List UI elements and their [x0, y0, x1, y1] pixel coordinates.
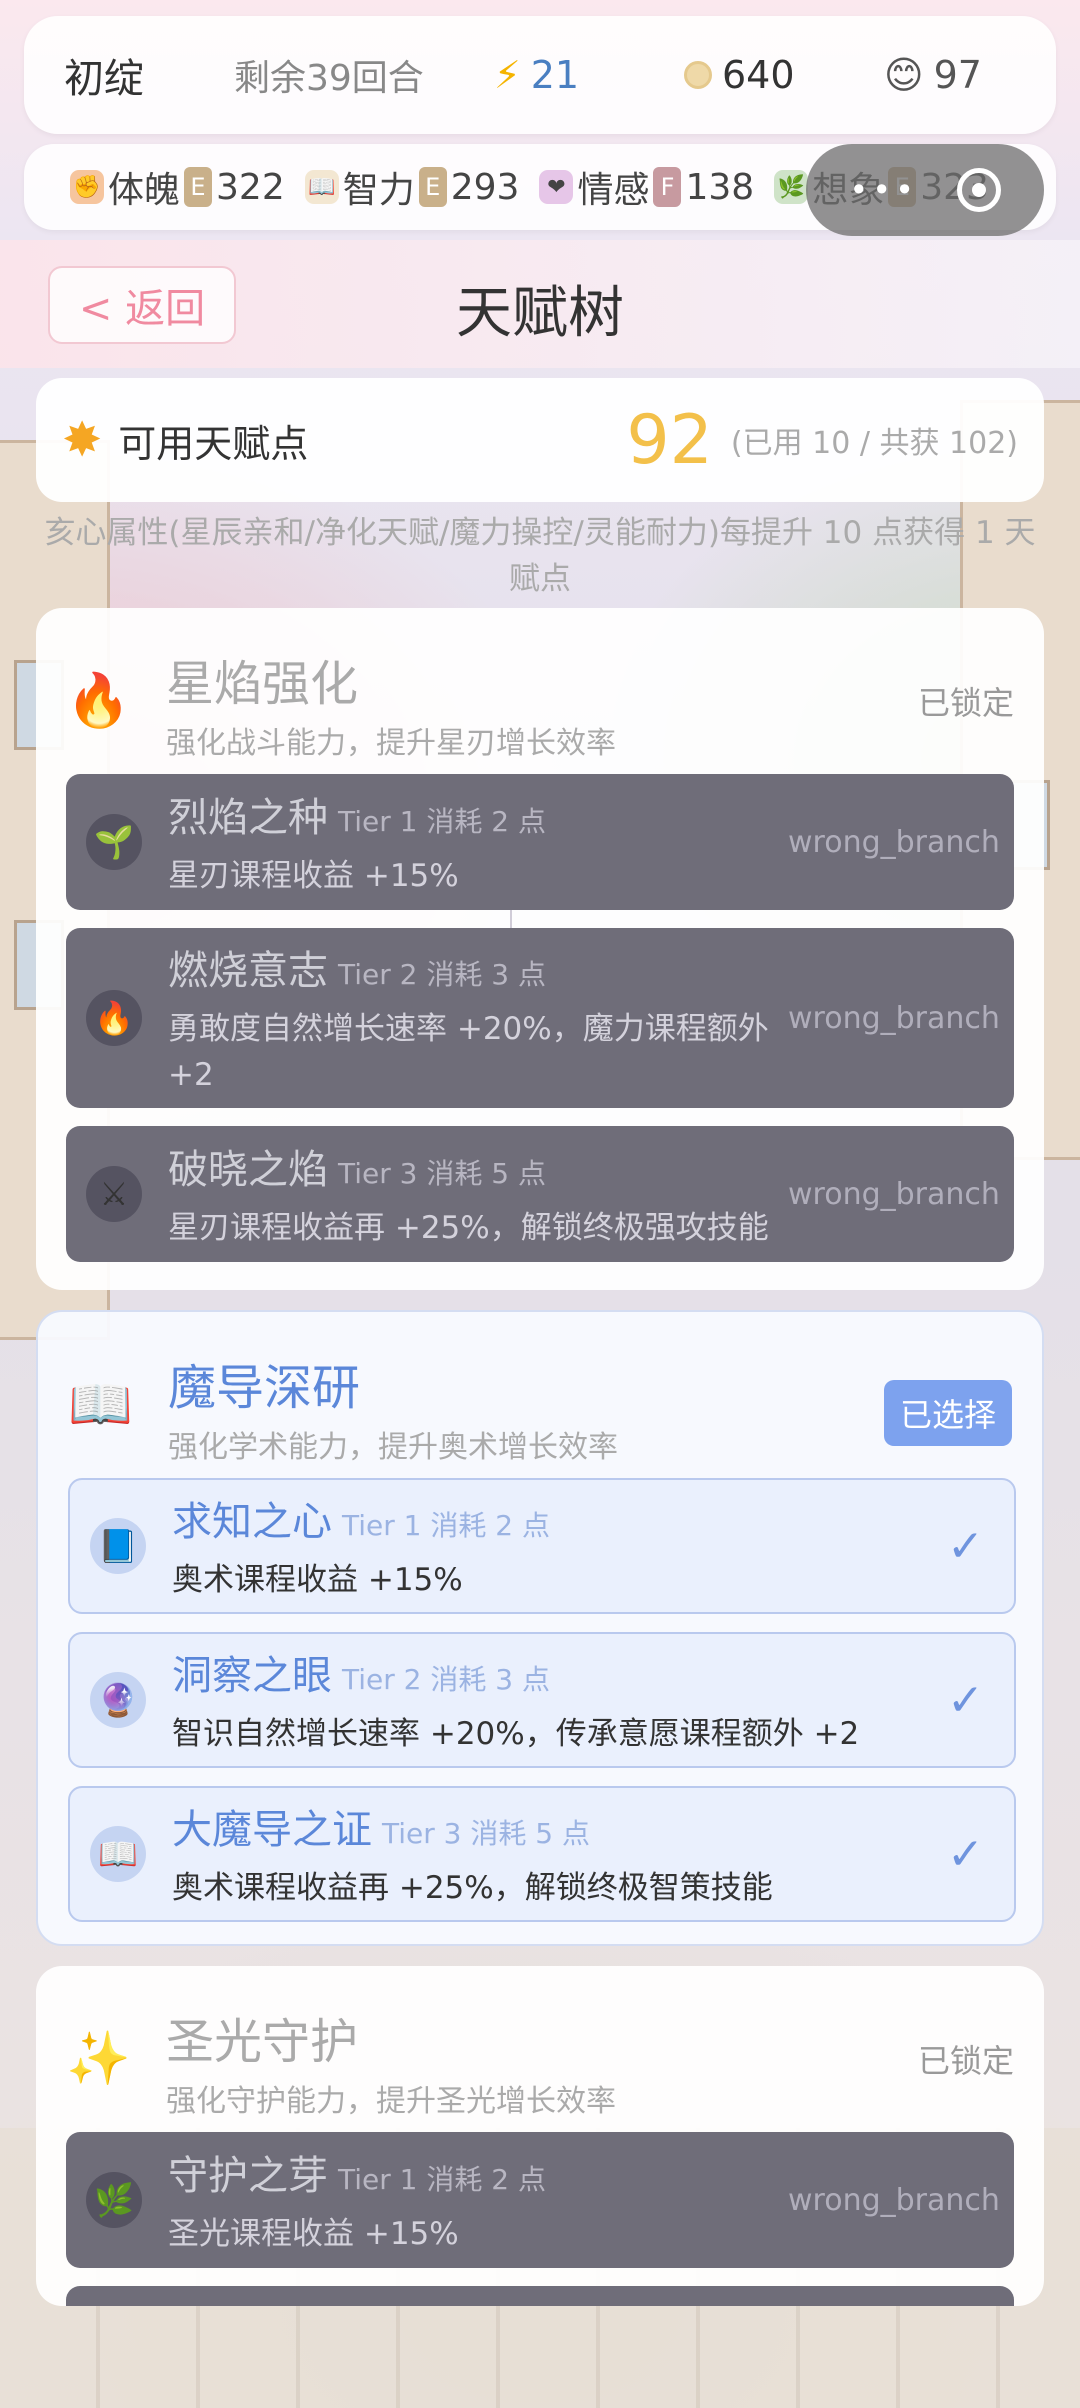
node-name: 大魔导之证: [172, 1807, 372, 1853]
node-effect: 星刃课程收益再 +25%，解锁终极强攻技能: [168, 1210, 769, 1246]
sparkles-icon: ✨: [66, 2029, 131, 2089]
mood-value: 97: [933, 53, 982, 97]
branch-desc: 强化学术能力，提升奥术增长效率: [168, 1430, 618, 1465]
close-circle-icon[interactable]: [956, 168, 1001, 212]
sprout-icon: 🌱: [86, 814, 142, 870]
branch-name: 魔导深研: [168, 1360, 361, 1416]
herb-icon: 🌿: [86, 2172, 142, 2228]
page-title: 天赋树: [456, 281, 624, 346]
stage-label: 初绽: [64, 56, 144, 102]
attr-value: 322: [216, 166, 285, 208]
check-icon: ✓: [947, 1520, 984, 1572]
node-effect: 奥术课程收益再 +25%，解锁终极智策技能: [172, 1870, 773, 1906]
fire-icon: 🔥: [86, 990, 142, 1046]
node-meta: Tier 3 消耗 5 点: [338, 1157, 546, 1190]
open-book-icon: 📖: [90, 1826, 146, 1882]
open-book-icon: 📖: [68, 1375, 133, 1435]
branch-status: 已锁定: [917, 684, 1014, 722]
talent-node[interactable]: 🔥 燃烧意志 Tier 2 消耗 3 点 勇敢度自然增长速率 +20%，魔力课程额…: [66, 928, 1014, 1108]
talent-points-detail: (已用 10 / 共获 102): [730, 426, 1018, 461]
branch-desc: 强化守护能力，提升圣光增长效率: [166, 2084, 616, 2119]
crystal-ball-icon: 🔮: [90, 1672, 146, 1728]
talent-node[interactable]: 📖 大魔导之证 Tier 3 消耗 5 点 奥术课程收益再 +25%，解锁终极智策…: [68, 1786, 1016, 1922]
attr-grade: F: [653, 167, 682, 207]
fist-icon: ✊: [70, 170, 104, 204]
attr-body: ✊ 体魄 E 322: [70, 161, 285, 213]
turns-left: 剩余39回合: [234, 58, 424, 99]
attr-value: 293: [450, 166, 520, 208]
branch-desc: 强化战斗能力，提升星刃增长效率: [166, 726, 616, 761]
branch-selected-badge: 已选择: [883, 1380, 1012, 1446]
node-effect: 智识自然增长速率 +20%，传承意愿课程额外 +2: [172, 1716, 860, 1752]
branch-name: 星焰强化: [166, 656, 359, 712]
check-icon: ✓: [947, 1828, 984, 1880]
page-header: < 返回 天赋树: [0, 240, 1080, 368]
energy-value: 21: [530, 53, 580, 97]
branch-name: 圣光守护: [166, 2014, 359, 2070]
node-effect: 奥术课程收益 +15%: [172, 1562, 463, 1598]
node-name: 烈焰之种: [168, 795, 328, 841]
lightning-icon: ⚡: [494, 53, 521, 97]
attr-value: 138: [685, 166, 755, 208]
branch-card-starflame[interactable]: 🔥 星焰强化 强化战斗能力，提升星刃增长效率 已锁定 🌱 烈焰之种 Tier 1 …: [36, 608, 1044, 1290]
node-meta: Tier 2 消耗 3 点: [342, 1663, 550, 1696]
node-state: wrong_branch: [788, 2182, 1000, 2218]
heart-icon: ❤: [539, 170, 574, 204]
node-name: 洞察之眼: [172, 1653, 332, 1699]
node-state: wrong_branch: [788, 1000, 1000, 1036]
check-icon: ✓: [947, 1674, 984, 1726]
talent-node[interactable]: ⚔ 破晓之焰 Tier 3 消耗 5 点 星刃课程收益再 +25%，解锁终极强攻技…: [66, 1126, 1014, 1262]
node-name: 破晓之焰: [168, 1147, 328, 1193]
attr-emotion: ❤ 情感 F 138: [539, 161, 754, 213]
talent-node[interactable]: 🔮 洞察之眼 Tier 2 消耗 3 点 智识自然增长速率 +20%，传承意愿课程…: [68, 1632, 1016, 1768]
book-icon: 📖: [304, 170, 339, 204]
node-name: 守护之芽: [168, 2153, 328, 2199]
talent-points-hint: 亥心属性(星辰亲和/净化天赋/魔力操控/灵能耐力)每提升 10 点获得 1 天赋…: [44, 515, 1036, 597]
node-meta: Tier 1 消耗 2 点: [338, 805, 546, 838]
node-state: wrong_branch: [788, 1176, 1000, 1212]
talent-node-partial[interactable]: [66, 2286, 1014, 2306]
talent-node[interactable]: 🌱 烈焰之种 Tier 1 消耗 2 点 星刃课程收益 +15% wrong_br…: [66, 774, 1014, 910]
attr-grade: E: [418, 167, 447, 207]
energy-stat: ⚡ 21: [494, 53, 684, 97]
node-name: 燃烧意志: [168, 948, 328, 994]
branch-card-arcane[interactable]: 📖 魔导深研 强化学术能力，提升奥术增长效率 已选择 📘 求知之心 Tier 1 …: [36, 1310, 1044, 1946]
node-state: wrong_branch: [788, 824, 1000, 860]
coin-icon: [684, 61, 712, 89]
node-name: 求知之心: [172, 1499, 332, 1545]
attr-name: 情感: [577, 170, 650, 211]
mini-program-capsule[interactable]: •••: [806, 144, 1044, 236]
blue-book-icon: 📘: [90, 1518, 146, 1574]
coin-value: 640: [722, 53, 795, 97]
talent-node[interactable]: 🌿 守护之芽 Tier 1 消耗 2 点 圣光课程收益 +15% wrong_br…: [66, 2132, 1014, 2268]
talent-node[interactable]: 📘 求知之心 Tier 1 消耗 2 点 奥术课程收益 +15% ✓: [68, 1478, 1016, 1614]
node-meta: Tier 2 消耗 3 点: [338, 958, 546, 991]
attr-name: 体魄: [108, 170, 181, 211]
talent-points-available: 92: [626, 400, 713, 480]
node-meta: Tier 3 消耗 5 点: [382, 1817, 590, 1850]
branch-card-holylight[interactable]: ✨ 圣光守护 强化守护能力，提升圣光增长效率 已锁定 🌿 守护之芽 Tier 1 …: [36, 1966, 1044, 2306]
fire-icon: 🔥: [66, 671, 131, 731]
node-meta: Tier 1 消耗 2 点: [342, 1509, 550, 1542]
smile-icon: 😊: [884, 53, 924, 97]
crossed-swords-icon: ⚔: [86, 1166, 142, 1222]
status-bar: 初绽 剩余39回合 ⚡ 21 640 😊 97: [24, 16, 1056, 134]
coin-stat: 640: [684, 53, 884, 97]
mood-stat: 😊 97: [884, 53, 982, 97]
more-icon[interactable]: •••: [849, 171, 918, 209]
node-effect: 星刃课程收益 +15%: [168, 858, 459, 894]
branch-status: 已锁定: [917, 2042, 1014, 2080]
node-meta: Tier 1 消耗 2 点: [338, 2163, 546, 2196]
talent-points-label: 可用天赋点: [118, 421, 309, 466]
leaf-icon: 🌿: [774, 170, 809, 204]
talent-points-card: ✸ 可用天赋点 92 (已用 10 / 共获 102): [36, 378, 1044, 502]
attr-intellect: 📖 智力 E 293: [304, 161, 520, 213]
attr-name: 智力: [342, 170, 415, 211]
sun-star-icon: ✸: [62, 412, 103, 468]
attribute-bar: ✊ 体魄 E 322 📖 智力 E 293 ❤ 情感 F 138 🌿 想象 E …: [24, 144, 1056, 236]
node-effect: 勇敢度自然增长速率 +20%，魔力课程额外 +2: [168, 1011, 769, 1093]
node-effect: 圣光课程收益 +15%: [168, 2216, 459, 2252]
attr-grade: E: [184, 167, 213, 207]
